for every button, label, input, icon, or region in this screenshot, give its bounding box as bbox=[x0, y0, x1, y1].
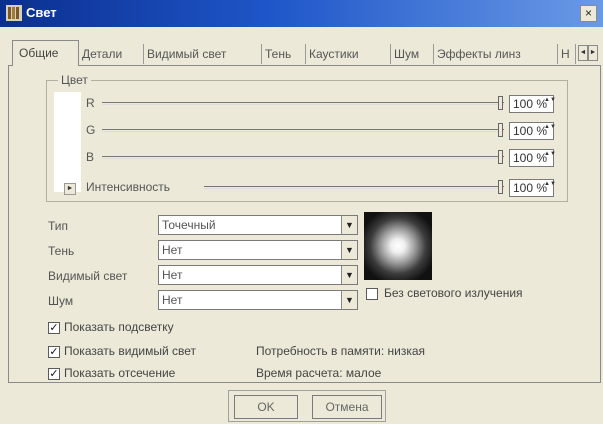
tab-general[interactable]: Общие bbox=[12, 40, 79, 66]
close-icon: × bbox=[584, 6, 592, 20]
green-label: G bbox=[86, 123, 96, 137]
ok-button[interactable]: OK bbox=[234, 395, 298, 419]
show-visible-light-checkbox[interactable]: ✓ bbox=[48, 346, 60, 358]
type-value: Точечный bbox=[162, 218, 216, 232]
tab-shadow[interactable]: Тень bbox=[263, 44, 306, 64]
intensity-spinbox[interactable]: 100 % ▲▼ bbox=[509, 179, 556, 197]
type-select[interactable]: Точечный ▼ bbox=[158, 215, 358, 235]
light-dialog: Свет × Общие Детали Видимый свет Тень Ка… bbox=[0, 0, 603, 424]
chevron-down-icon[interactable]: ▼ bbox=[341, 266, 357, 284]
noise-value: Нет bbox=[162, 293, 183, 307]
expand-icon[interactable]: ► bbox=[64, 183, 76, 195]
chevron-down-icon[interactable]: ▼ bbox=[341, 291, 357, 309]
memory-requirement: Потребность в памяти: низкая bbox=[256, 344, 426, 358]
spin-arrows-icon[interactable]: ▲▼ bbox=[544, 181, 556, 195]
red-slider-thumb[interactable] bbox=[498, 96, 503, 110]
light-app-icon bbox=[6, 5, 22, 21]
green-slider[interactable] bbox=[102, 129, 504, 132]
noise-select[interactable]: Нет ▼ bbox=[158, 290, 358, 310]
green-value: 100 % bbox=[513, 124, 548, 138]
spin-arrows-icon[interactable]: ▲▼ bbox=[544, 151, 556, 165]
tab-scroll-left-icon[interactable]: ◄ bbox=[578, 45, 588, 61]
tab-strip: Общие Детали Видимый свет Тень Каустики … bbox=[12, 40, 602, 66]
show-highlight-label: Показать подсветку bbox=[64, 320, 174, 334]
shadow-value: Нет bbox=[162, 243, 183, 257]
red-value: 100 % bbox=[513, 97, 548, 111]
color-group-legend: Цвет bbox=[58, 73, 91, 87]
green-slider-thumb[interactable] bbox=[498, 123, 503, 137]
chevron-down-icon[interactable]: ▼ bbox=[341, 241, 357, 259]
show-clipping-checkbox[interactable]: ✓ bbox=[48, 368, 60, 380]
intensity-slider-thumb[interactable] bbox=[498, 180, 503, 194]
red-spinbox[interactable]: 100 % ▲▼ bbox=[509, 95, 556, 113]
tab-details[interactable]: Детали bbox=[80, 44, 144, 64]
spin-arrows-icon[interactable]: ▲▼ bbox=[544, 124, 556, 138]
title-bar: Свет × bbox=[0, 0, 603, 27]
green-spinbox[interactable]: 100 % ▲▼ bbox=[509, 122, 556, 140]
show-highlight-checkbox[interactable]: ✓ bbox=[48, 322, 60, 334]
blue-value: 100 % bbox=[513, 151, 548, 165]
shadow-select[interactable]: Нет ▼ bbox=[158, 240, 358, 260]
cancel-button[interactable]: Отмена bbox=[312, 395, 382, 419]
chevron-down-icon[interactable]: ▼ bbox=[341, 216, 357, 234]
checkmark-icon: ✓ bbox=[49, 322, 59, 334]
tab-visible-light[interactable]: Видимый свет bbox=[145, 44, 262, 64]
intensity-label: Интенсивность bbox=[86, 180, 171, 194]
visible-light-select[interactable]: Нет ▼ bbox=[158, 265, 358, 285]
shadow-label: Тень bbox=[48, 244, 75, 258]
intensity-value: 100 % bbox=[513, 181, 548, 195]
window-title: Свет bbox=[26, 5, 57, 20]
color-swatch[interactable] bbox=[54, 92, 81, 192]
no-emission-checkbox[interactable] bbox=[366, 288, 378, 300]
close-button[interactable]: × bbox=[580, 5, 597, 22]
type-label: Тип bbox=[48, 219, 69, 233]
blue-slider-thumb[interactable] bbox=[498, 150, 503, 164]
tab-lens-effects[interactable]: Эффекты линз bbox=[435, 44, 558, 64]
checkmark-icon: ✓ bbox=[49, 368, 59, 380]
tab-caustics[interactable]: Каустики bbox=[307, 44, 391, 64]
noise-label: Шум bbox=[48, 294, 74, 308]
calc-time: Время расчета: малое bbox=[256, 366, 382, 380]
intensity-slider[interactable] bbox=[204, 186, 504, 189]
show-visible-light-label: Показать видимый свет bbox=[64, 344, 197, 358]
blue-spinbox[interactable]: 100 % ▲▼ bbox=[509, 149, 556, 167]
red-slider[interactable] bbox=[102, 102, 504, 105]
tab-noise[interactable]: Шум bbox=[392, 44, 434, 64]
visible-light-label: Видимый свет bbox=[48, 269, 128, 283]
checkmark-icon: ✓ bbox=[49, 346, 59, 358]
tab-scroll-right-icon[interactable]: ► bbox=[588, 45, 598, 61]
light-preview-sphere bbox=[364, 212, 432, 280]
tab-truncated[interactable]: Н bbox=[559, 44, 576, 64]
blue-slider[interactable] bbox=[102, 156, 504, 159]
spin-arrows-icon[interactable]: ▲▼ bbox=[544, 97, 556, 111]
show-clipping-label: Показать отсечение bbox=[64, 366, 176, 380]
red-label: R bbox=[86, 96, 95, 110]
no-emission-label: Без светового излучения bbox=[384, 286, 523, 300]
visible-light-value: Нет bbox=[162, 268, 183, 282]
blue-label: B bbox=[86, 150, 95, 164]
